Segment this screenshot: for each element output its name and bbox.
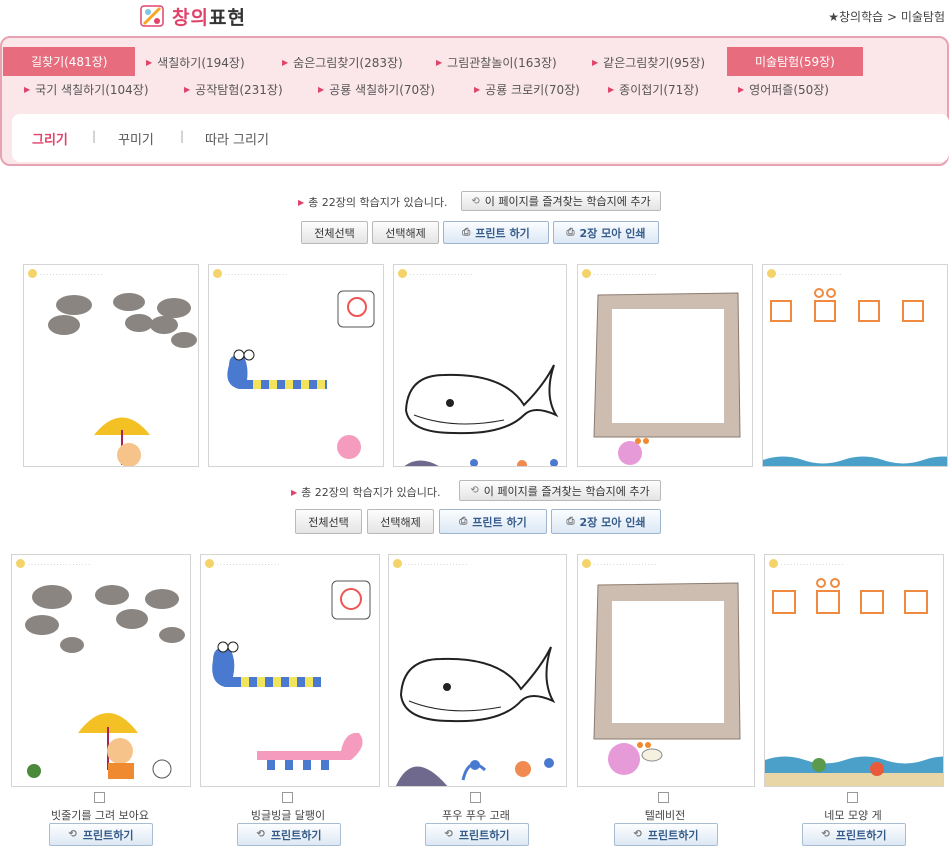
worksheet-title: 빗줄기를 그려 보아요	[50, 809, 150, 822]
select-checkbox-whale[interactable]	[470, 792, 481, 803]
header: 창의표현 ★창의학습 > 미술탐험	[0, 0, 949, 34]
crab-squares-icon	[765, 578, 943, 786]
print-two-up-button[interactable]: ⎙ 2장 모아 인쇄	[551, 509, 661, 534]
worksheet-print-button[interactable]: ⟲ 프린트하기	[614, 823, 718, 846]
television-frame-icon	[593, 582, 741, 775]
worksheet-count: ▶ 총 22장의 학습지가 있습니다.	[298, 196, 448, 209]
menu-item-hidden-pictures[interactable]: ▶ 숨은그림찾기(283장)	[282, 54, 403, 71]
menu-item-coloring[interactable]: ▶ 색칠하기(194장)	[146, 54, 245, 71]
printer-icon: ⟲	[444, 829, 453, 840]
printer-icon: ⎙	[462, 227, 471, 238]
select-checkbox-rain[interactable]	[94, 792, 105, 803]
tab-trace-drawing[interactable]: 따라 그리기	[205, 129, 269, 148]
worksheet-thumb-tv[interactable]: · · · · · · · · · · · · · · · · · · · ·	[577, 554, 755, 787]
printer-icon: ⎙	[459, 516, 468, 527]
category-menu: 길찾기(481장) ▶ 색칠하기(194장) ▶ 숨은그림찾기(283장) ▶ 그림관…	[0, 36, 949, 166]
menu-item-crafts[interactable]: ▶ 공작탐험(231장)	[184, 81, 283, 98]
worksheet-thumb-tv[interactable]: · · · · · · · · · · · · · · · · · · · ·	[577, 264, 753, 467]
deselect-button[interactable]: 선택해제	[367, 509, 434, 534]
television-frame-icon	[593, 292, 741, 465]
menu-item-pathfinding[interactable]: 길찾기(481장)	[3, 47, 136, 76]
print-button[interactable]: ⎙ 프린트 하기	[439, 509, 547, 534]
bookmark-icon: ⟲	[471, 195, 480, 207]
worksheet-print-button[interactable]: ⟲ 프린트하기	[49, 823, 153, 846]
worksheet-thumb-crab[interactable]: · · · · · · · · · · · · · · · · · · · ·	[764, 554, 944, 787]
worksheet-thumb-rain[interactable]: · · · · · · · · · · · · · · · · · · · ·	[11, 554, 191, 787]
worksheet-count: ▶ 총 22장의 학습지가 있습니다.	[291, 486, 441, 499]
select-checkbox-tv[interactable]	[658, 792, 669, 803]
worksheet-thumb-crab[interactable]: · · · · · · · · · · · · · · · · · · · ·	[762, 264, 948, 467]
sketchbook-icon	[140, 5, 164, 27]
bookmark-button[interactable]: ⟲ 이 페이지를 즐겨찾는 학습지에 추가	[459, 480, 661, 501]
print-button[interactable]: ⎙ 프린트 하기	[443, 221, 549, 244]
worksheet-title: 푸우 푸우 고래	[442, 809, 510, 822]
worksheet-thumb-whale[interactable]: · · · · · · · · · · · · · · · · · · · ·	[393, 264, 567, 467]
worksheet-title: 네모 모양 게	[824, 809, 882, 822]
worksheet-title: 텔레비전	[644, 809, 686, 822]
snail-worm-icon	[227, 290, 375, 459]
snail-worm-icon	[212, 580, 371, 770]
tab-divider: |	[92, 129, 97, 143]
menu-item-dino-coloring[interactable]: ▶ 공룡 색칠하기(70장)	[318, 81, 435, 98]
select-all-button[interactable]: 전체선택	[301, 221, 368, 244]
worksheet-print-button[interactable]: ⟲ 프린트하기	[237, 823, 341, 846]
bookmark-button[interactable]: ⟲ 이 페이지를 즐겨찾는 학습지에 추가	[461, 191, 661, 211]
printer-icon: ⎙	[566, 516, 575, 527]
menu-item-flag-coloring[interactable]: ▶ 국기 색칠하기(104장)	[24, 81, 149, 98]
deselect-button[interactable]: 선택해제	[372, 221, 439, 244]
menu-item-origami[interactable]: ▶ 종이접기(71장)	[608, 81, 699, 98]
printer-icon: ⟲	[68, 829, 77, 840]
whale-icon	[404, 364, 559, 466]
menu-item-dino-croquis[interactable]: ▶ 공룡 크로키(70장)	[474, 81, 580, 98]
select-checkbox-snail[interactable]	[282, 792, 293, 803]
menu-item-art-exploration[interactable]: 미술탐험(59장)	[727, 47, 863, 76]
tab-divider: |	[180, 129, 185, 143]
printer-icon: ⎙	[566, 227, 575, 238]
logo-text: 창의표현	[172, 6, 246, 29]
whale-icon	[395, 646, 556, 786]
worksheet-thumb-rain[interactable]: · · · · · · · · · · · · · · · · · · · ·	[23, 264, 199, 467]
select-all-button[interactable]: 전체선택	[295, 509, 362, 534]
worksheet-thumb-snail[interactable]: · · · · · · · · · · · · · · · · · · · ·	[208, 264, 384, 467]
menu-item-same-pictures[interactable]: ▶ 같은그림찾기(95장)	[592, 54, 705, 71]
printer-icon: ⟲	[821, 829, 830, 840]
worksheet-thumb-whale[interactable]: · · · · · · · · · · · · · · · · · · · ·	[388, 554, 567, 787]
printer-icon: ⟲	[633, 829, 642, 840]
worksheet-title: 빙글빙글 달팽이	[250, 809, 326, 822]
menu-item-observation[interactable]: ▶ 그림관찰놀이(163장)	[436, 54, 557, 71]
printer-icon: ⟲	[256, 829, 265, 840]
crab-squares-icon	[763, 288, 947, 466]
select-checkbox-crab[interactable]	[847, 792, 858, 803]
print-two-up-button[interactable]: ⎙ 2장 모아 인쇄	[553, 221, 659, 244]
cloud-rain-icon	[48, 293, 197, 466]
subtab-bar: 그리기 | 꾸미기 | 따라 그리기	[12, 114, 949, 162]
logo[interactable]: 창의표현	[138, 2, 246, 30]
bookmark-icon: ⟲	[470, 485, 479, 496]
tab-drawing[interactable]: 그리기	[32, 129, 68, 148]
tab-decorating[interactable]: 꾸미기	[118, 129, 154, 148]
worksheet-print-button[interactable]: ⟲ 프린트하기	[802, 823, 906, 846]
cloud-rain-icon	[25, 585, 185, 779]
worksheet-thumb-snail[interactable]: · · · · · · · · · · · · · · · · · · · ·	[200, 554, 380, 787]
worksheet-print-button[interactable]: ⟲ 프린트하기	[425, 823, 529, 846]
breadcrumb: ★창의학습 > 미술탐험	[828, 10, 945, 24]
menu-item-english-puzzle[interactable]: ▶ 영어퍼즐(50장)	[738, 81, 829, 98]
